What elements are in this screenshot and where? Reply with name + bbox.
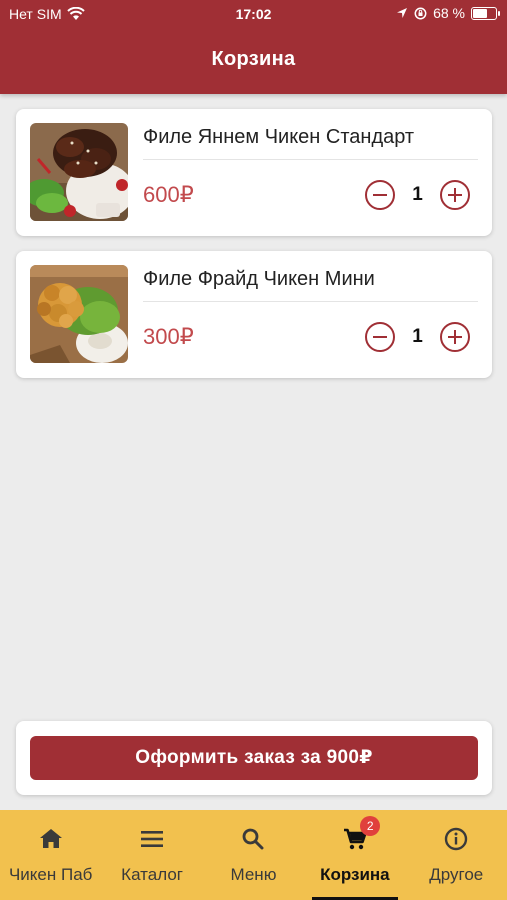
location-arrow-icon: [397, 8, 408, 18]
decrease-button[interactable]: [365, 180, 395, 210]
info-icon: [445, 827, 468, 851]
quantity-stepper: 1: [365, 180, 470, 210]
checkout-panel: Оформить заказ за 900₽: [16, 721, 492, 795]
minus-icon: [373, 193, 387, 196]
battery-icon: [471, 6, 500, 20]
tab-label: Каталог: [121, 865, 183, 884]
orientation-lock-icon: [414, 7, 427, 19]
cart-list: Филе Яннем Чикен Стандарт 600₽ 1 Филе Фр…: [16, 109, 492, 393]
status-right: 68 %: [396, 5, 500, 21]
home-icon: [39, 829, 62, 848]
divider: [143, 159, 478, 160]
item-price: 300₽: [143, 324, 194, 349]
tab-cart[interactable]: 2 Корзина: [304, 810, 405, 900]
battery-percent: 68 %: [433, 5, 465, 21]
page-title: Корзина: [211, 48, 296, 70]
app-header: Нет SIM 17:02 68 % Корзина: [0, 0, 507, 94]
item-name: Филе Фрайд Чикен Мини: [143, 268, 375, 290]
item-name: Филе Яннем Чикен Стандарт: [143, 126, 415, 148]
tab-label: Корзина: [320, 865, 390, 884]
quantity-stepper: 1: [365, 322, 470, 352]
tab-other[interactable]: Другое: [406, 810, 507, 900]
product-image: [30, 123, 128, 221]
battery-level: [473, 8, 488, 18]
item-price: 600₽: [143, 182, 194, 207]
checkout-button[interactable]: Оформить заказ за 900₽: [30, 736, 478, 780]
divider: [143, 301, 478, 302]
search-icon: [243, 828, 264, 850]
quantity-value: 1: [412, 326, 423, 347]
menu-lines-icon: [141, 831, 164, 847]
cart-item[interactable]: Филе Фрайд Чикен Мини 300₽ 1: [16, 251, 492, 378]
tab-label: Другое: [429, 865, 484, 884]
decrease-button[interactable]: [365, 322, 395, 352]
quantity-value: 1: [412, 184, 423, 205]
status-bar: Нет SIM 17:02 68 %: [0, 0, 507, 28]
cart-badge: 2: [360, 816, 381, 836]
product-image: [30, 265, 128, 363]
tab-label: Чикен Паб: [8, 865, 93, 884]
increase-button[interactable]: [440, 322, 470, 352]
increase-button[interactable]: [440, 180, 470, 210]
tab-menu[interactable]: Меню: [203, 810, 304, 900]
tab-catalog[interactable]: Каталог: [101, 810, 202, 900]
tab-label: Меню: [230, 865, 277, 884]
tab-bar: Чикен Паб Каталог Меню 2 Корзина Другое: [0, 810, 507, 900]
tab-home[interactable]: Чикен Паб: [0, 810, 101, 900]
minus-icon: [373, 335, 387, 338]
cart-item[interactable]: Филе Яннем Чикен Стандарт 600₽ 1: [16, 109, 492, 236]
